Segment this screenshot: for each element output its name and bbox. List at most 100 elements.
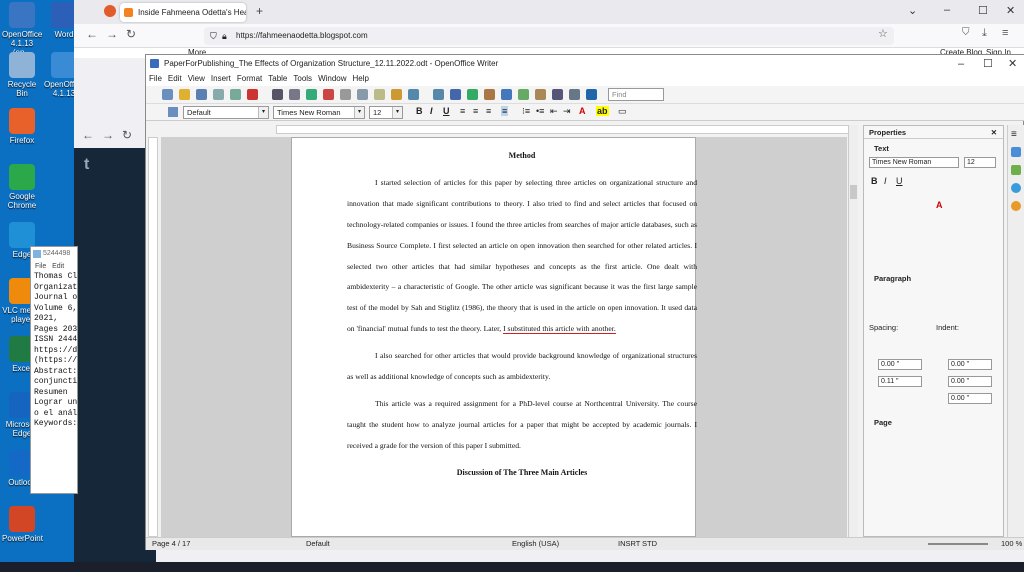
- save-icon[interactable]: [196, 89, 207, 100]
- props-size-select[interactable]: 12: [964, 157, 996, 168]
- url-bar[interactable]: ⛉ 🔒︎ https://fahmeenaodetta.blogspot.com: [204, 27, 894, 45]
- close-icon[interactable]: ✕: [991, 126, 997, 139]
- align-left-icon[interactable]: ≡: [460, 106, 465, 116]
- back-icon[interactable]: ←: [86, 27, 98, 41]
- menu-item-tools[interactable]: Tools: [293, 74, 312, 83]
- notepad-text[interactable]: Thomas Cl Organizat Journal o Volume 6, 2021…: [31, 272, 77, 430]
- menu-item-edit[interactable]: Edit: [168, 74, 182, 83]
- document-page[interactable]: Method I started selection of articles f…: [291, 137, 697, 537]
- spacing-above-field[interactable]: 0.00 ": [878, 359, 922, 370]
- page-section-header[interactable]: Page: [874, 418, 892, 427]
- align-right-icon[interactable]: ≡: [486, 106, 491, 116]
- status-style[interactable]: Default: [306, 538, 330, 550]
- forward-icon[interactable]: →: [102, 128, 114, 142]
- back-icon[interactable]: ←: [82, 128, 94, 142]
- cut-icon[interactable]: [340, 89, 351, 100]
- firefox-menu-icon[interactable]: [104, 5, 116, 17]
- justify-icon[interactable]: ≡: [501, 106, 509, 116]
- menu-item-table[interactable]: Table: [268, 74, 287, 83]
- notepad-menu-file[interactable]: File: [35, 263, 46, 270]
- scroll-thumb[interactable]: [850, 185, 857, 199]
- gallery-deck-icon[interactable]: [1011, 183, 1021, 193]
- background-color-icon[interactable]: ▭: [618, 106, 627, 117]
- status-page[interactable]: Page 4 / 17: [152, 538, 190, 550]
- menu-item-format[interactable]: Format: [237, 74, 262, 83]
- indent-before-field[interactable]: 0.00 ": [948, 359, 992, 370]
- desktop-icon[interactable]: Recycle Bin: [2, 52, 42, 98]
- props-underline-button[interactable]: U: [896, 176, 903, 186]
- tab-blog[interactable]: Inside Fahmeena Odetta's Head: [120, 3, 246, 22]
- vertical-ruler[interactable]: [148, 137, 158, 537]
- navigator-deck-icon[interactable]: [1011, 201, 1021, 211]
- nonprinting-icon[interactable]: [552, 89, 563, 100]
- status-insert-mode[interactable]: INSRT: [618, 538, 640, 550]
- decrease-indent-icon[interactable]: ⇤: [550, 106, 558, 117]
- zoom-icon[interactable]: [569, 89, 580, 100]
- italic-button[interactable]: I: [430, 106, 433, 116]
- find-input[interactable]: Find: [608, 88, 664, 101]
- menu-item-file[interactable]: File: [149, 74, 162, 83]
- maximize-icon[interactable]: ☐: [983, 56, 993, 73]
- paragraph-style-select[interactable]: Default ▾: [183, 106, 269, 119]
- status-zoom[interactable]: 100 %: [1001, 538, 1022, 550]
- spacing-below-field[interactable]: 0.11 ": [878, 376, 922, 387]
- pocket-icon[interactable]: ⛉: [962, 27, 970, 38]
- increase-indent-icon[interactable]: ⇥: [563, 106, 571, 117]
- print-icon[interactable]: [272, 89, 283, 100]
- email-icon[interactable]: [213, 89, 224, 100]
- table-icon[interactable]: [467, 89, 478, 100]
- desktop-icon[interactable]: Google Chrome: [2, 164, 42, 210]
- menu-item-view[interactable]: View: [188, 74, 205, 83]
- menu-item-insert[interactable]: Insert: [211, 74, 231, 83]
- chevron-down-icon[interactable]: ⌄: [908, 4, 917, 17]
- styles-deck-icon[interactable]: [1011, 165, 1021, 175]
- new-tab-button[interactable]: +: [256, 4, 263, 18]
- undo-icon[interactable]: [408, 89, 419, 100]
- reload-icon[interactable]: ↻: [126, 27, 136, 41]
- hyperlink-icon[interactable]: [450, 89, 461, 100]
- navigator-icon[interactable]: [501, 89, 512, 100]
- copy-icon[interactable]: [357, 89, 368, 100]
- font-name-select[interactable]: Times New Roman ▾: [273, 106, 365, 119]
- forward-icon[interactable]: →: [106, 27, 118, 41]
- desktop-icon[interactable]: Firefox: [2, 108, 42, 145]
- align-center-icon[interactable]: ≡: [473, 106, 478, 116]
- styles-icon[interactable]: [168, 107, 178, 117]
- indent-after-field[interactable]: 0.00 ": [948, 376, 992, 387]
- properties-deck-icon[interactable]: [1011, 147, 1021, 157]
- minimize-icon[interactable]: –: [958, 56, 964, 73]
- minimize-icon[interactable]: –: [944, 4, 950, 16]
- desktop-icon[interactable]: OpenOffice 4.1.13 (en...: [2, 2, 42, 57]
- desktop-icon[interactable]: PowerPoint: [2, 506, 43, 543]
- reload-icon[interactable]: ↻: [122, 128, 132, 142]
- status-selection-mode[interactable]: STD: [642, 538, 657, 550]
- open-icon[interactable]: [179, 89, 190, 100]
- props-italic-button[interactable]: I: [884, 176, 887, 186]
- page-preview-icon[interactable]: [289, 89, 300, 100]
- redo-icon[interactable]: [433, 89, 444, 100]
- paste-icon[interactable]: [374, 89, 385, 100]
- datasource-icon[interactable]: [535, 89, 546, 100]
- bookmark-star-icon[interactable]: ☆: [878, 27, 888, 40]
- horizontal-ruler[interactable]: [276, 125, 856, 134]
- props-bold-button[interactable]: B: [871, 176, 878, 186]
- close-icon[interactable]: ✕: [1008, 56, 1017, 73]
- draw-icon[interactable]: [484, 89, 495, 100]
- bold-button[interactable]: B: [416, 106, 423, 116]
- font-color-icon[interactable]: A: [579, 106, 586, 116]
- paragraph-section-header[interactable]: Paragraph: [874, 274, 911, 283]
- edit-file-icon[interactable]: [230, 89, 241, 100]
- spellcheck-icon[interactable]: [306, 89, 317, 100]
- clone-icon[interactable]: [391, 89, 402, 100]
- text-section-header[interactable]: Text: [874, 144, 889, 153]
- notepad-menu-edit[interactable]: Edit: [52, 263, 64, 270]
- sidebar-menu-icon[interactable]: ≡: [1011, 129, 1017, 140]
- bullets-icon[interactable]: •≡: [536, 106, 544, 116]
- vertical-scrollbar[interactable]: [848, 125, 858, 537]
- autocheck-icon[interactable]: [323, 89, 334, 100]
- gallery-icon[interactable]: [518, 89, 529, 100]
- props-font-select[interactable]: Times New Roman: [869, 157, 959, 168]
- app-menu-icon[interactable]: ≡: [1002, 27, 1008, 39]
- help-icon[interactable]: [586, 89, 597, 100]
- new-document-icon[interactable]: [162, 89, 173, 100]
